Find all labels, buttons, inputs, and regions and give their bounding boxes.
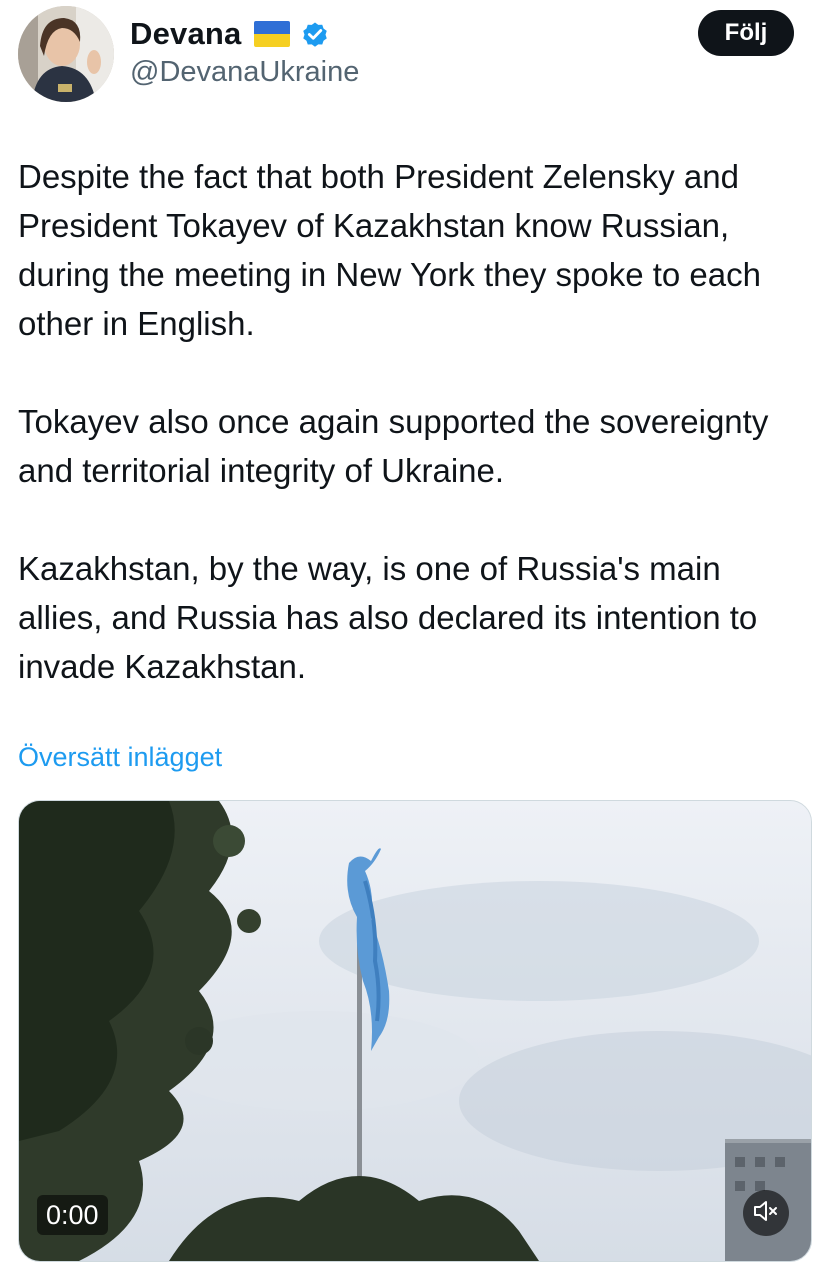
post-text: Despite the fact that both President Zel… (18, 152, 808, 740)
video-timestamp: 0:00 (37, 1195, 108, 1235)
post-paragraph: Tokayev also once again supported the so… (18, 403, 769, 489)
avatar[interactable] (18, 6, 114, 102)
video-frame (19, 801, 811, 1261)
post-header: Devana @DevanaUkraine Följ (0, 0, 828, 110)
name-row: Devana (130, 14, 330, 54)
mute-button[interactable] (743, 1190, 789, 1236)
author-handle[interactable]: @DevanaUkraine (130, 56, 359, 89)
ukraine-flag-icon (253, 21, 290, 47)
post-paragraph: Despite the fact that both President Zel… (18, 158, 761, 342)
translate-post-link[interactable]: Översätt inlägget (18, 742, 222, 773)
display-name[interactable]: Devana (130, 16, 242, 52)
verified-badge-icon (300, 19, 330, 49)
follow-button[interactable]: Följ (698, 10, 794, 56)
video-player[interactable]: 0:00 (18, 800, 812, 1262)
post-paragraph: Kazakhstan, by the way, is one of Russia… (18, 550, 758, 685)
speaker-muted-icon (753, 1200, 779, 1227)
